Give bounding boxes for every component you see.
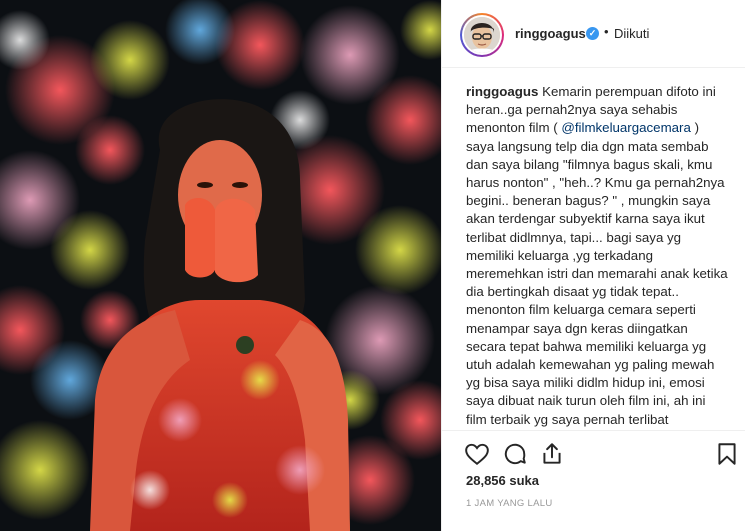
caption-mention-link[interactable]: @filmkeluargacemara xyxy=(561,120,691,135)
comments-scroll-area[interactable]: ringgoagus Kemarin perempuan difoto ini … xyxy=(442,68,745,430)
caption-username[interactable]: ringgoagus xyxy=(466,84,538,99)
post-side-panel: ringgoagus ✓ • Diikuti ringgoagus Kemari… xyxy=(441,0,745,531)
photo-image xyxy=(0,0,441,531)
avatar[interactable] xyxy=(460,13,504,57)
share-icon[interactable] xyxy=(539,441,565,467)
avatar-image xyxy=(464,17,500,53)
heart-icon[interactable] xyxy=(464,441,490,467)
post-actions: 28,856 suka 1 JAM YANG LALU xyxy=(442,430,745,531)
post-timestamp[interactable]: 1 JAM YANG LALU xyxy=(466,498,553,509)
post-username[interactable]: ringgoagus xyxy=(515,26,586,41)
post-photo[interactable] xyxy=(0,0,441,531)
comment-icon[interactable] xyxy=(502,441,528,467)
verified-icon: ✓ xyxy=(586,27,599,40)
likes-count[interactable]: 28,856 suka xyxy=(466,473,539,488)
caption-text-part2: ) saya langsung telp dia dgn mata sembab… xyxy=(466,120,728,430)
header-separator: • xyxy=(604,24,609,39)
follow-status-button[interactable]: Diikuti xyxy=(614,26,649,41)
post-header: ringgoagus ✓ • Diikuti xyxy=(442,0,745,68)
bookmark-icon[interactable] xyxy=(714,441,740,467)
post-caption: ringgoagus Kemarin perempuan difoto ini … xyxy=(466,83,728,430)
